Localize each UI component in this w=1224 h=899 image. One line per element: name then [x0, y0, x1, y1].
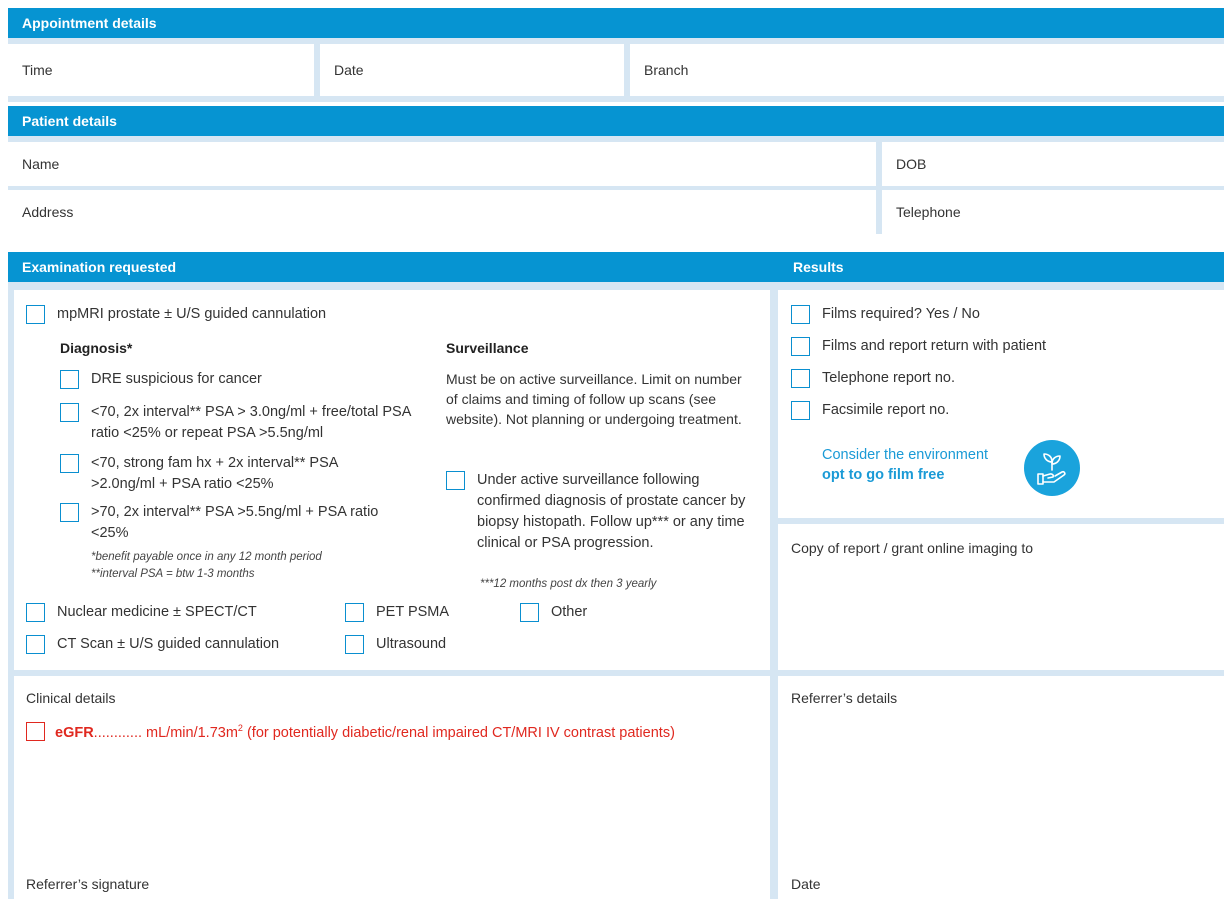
clinical-label: Clinical details [26, 690, 116, 706]
results-label-1: Films required? Yes / No [822, 306, 980, 322]
results-item-4[interactable]: Facsimile report no. [791, 400, 949, 421]
egfr-text: eGFR............ mL/min/1.73m2 (for pote… [55, 723, 675, 741]
ct-checkbox[interactable] [26, 635, 45, 654]
results-label-4: Facsimile report no. [822, 402, 950, 418]
results-checkbox-2[interactable] [791, 337, 810, 356]
dob-field[interactable]: DOB [882, 142, 1224, 186]
name-label: Name [22, 156, 60, 172]
diagnosis-item-2[interactable]: <70, 2x interval** PSA > 3.0ng/ml + free… [60, 402, 440, 444]
telephone-field[interactable]: Telephone [882, 190, 1224, 234]
exam-header: Examination requested Results [8, 252, 1224, 282]
results-item-2[interactable]: Films and report return with patient [791, 336, 1046, 357]
name-field[interactable]: Name [8, 142, 882, 186]
appointment-header: Appointment details [8, 8, 1224, 38]
egfr-rest: (for potentially diabetic/renal impaired… [242, 724, 675, 741]
ct-option[interactable]: CT Scan ± U/S guided cannulation [26, 634, 279, 655]
mpmri-option[interactable]: mpMRI prostate ± U/S guided cannulation [26, 304, 326, 325]
nuclear-option[interactable]: Nuclear medicine ± SPECT/CT [26, 602, 257, 623]
time-field[interactable]: Time [8, 44, 320, 96]
date-label: Date [334, 62, 364, 78]
surveillance-item[interactable]: Under active surveillance following conf… [446, 470, 762, 554]
address-field[interactable]: Address [8, 190, 882, 234]
copy-label: Copy of report / grant online imaging to [791, 540, 1034, 556]
telephone-label: Telephone [896, 204, 961, 220]
branch-label: Branch [644, 62, 689, 78]
results-checkbox-4[interactable] [791, 401, 810, 420]
ultrasound-checkbox[interactable] [345, 635, 364, 654]
surveillance-text: Must be on active surveillance. Limit on… [446, 371, 742, 427]
results-item-3[interactable]: Telephone report no. [791, 368, 955, 389]
egfr-bold: eGFR [55, 724, 94, 741]
exam-header-label: Examination requested [22, 259, 177, 275]
egfr-unit: mL/min/1.73m [142, 724, 238, 741]
egfr-checkbox[interactable] [26, 722, 45, 741]
ultrasound-option[interactable]: Ultrasound [345, 634, 446, 655]
branch-field[interactable]: Branch [630, 44, 1224, 96]
patient-row-1: Name DOB [8, 142, 1224, 186]
nuclear-label: Nuclear medicine ± SPECT/CT [57, 604, 257, 620]
diagnosis-label-2: <70, 2x interval** PSA > 3.0ng/ml + free… [91, 404, 411, 441]
appointment-row: Time Date Branch [8, 44, 1224, 96]
diagnosis-item-3[interactable]: <70, strong fam hx + 2x interval** PSA >… [60, 453, 440, 495]
other-label: Other [551, 604, 588, 620]
pet-option[interactable]: PET PSMA [345, 602, 449, 623]
signature-label: Referrer’s signature [26, 876, 150, 892]
surveillance-label: Under active surveillance following conf… [477, 472, 746, 551]
diagnosis-label-3: <70, strong fam hx + 2x interval** PSA >… [91, 455, 338, 492]
referrer-label: Referrer’s details [791, 690, 898, 706]
address-label: Address [22, 204, 74, 220]
clinical-panel [14, 676, 770, 899]
results-label-3: Telephone report no. [822, 370, 956, 386]
diagnosis-checkbox-1[interactable] [60, 370, 79, 389]
surveillance-note: ***12 months post dx then 3 yearly [480, 578, 657, 590]
surveillance-title: Surveillance [446, 340, 529, 356]
other-option[interactable]: Other [520, 602, 587, 623]
egfr-dots: ............ [93, 724, 143, 741]
results-checkbox-3[interactable] [791, 369, 810, 388]
eco-line-2: opt to go film free [822, 467, 945, 483]
results-item-1[interactable]: Films required? Yes / No [791, 304, 980, 325]
other-checkbox[interactable] [520, 603, 539, 622]
diagnosis-checkbox-2[interactable] [60, 403, 79, 422]
diagnosis-label-1: DRE suspicious for cancer [91, 371, 262, 387]
mpmri-label: mpMRI prostate ± U/S guided cannulation [57, 306, 327, 322]
diagnosis-title: Diagnosis* [60, 340, 133, 356]
referrer-panel [778, 676, 1224, 899]
ct-label: CT Scan ± U/S guided cannulation [57, 636, 280, 652]
pet-checkbox[interactable] [345, 603, 364, 622]
mpmri-checkbox[interactable] [26, 305, 45, 324]
diagnosis-checkbox-3[interactable] [60, 454, 79, 473]
date-field[interactable]: Date [320, 44, 630, 96]
results-header-label: Results [793, 259, 844, 275]
results-label-2: Films and report return with patient [822, 338, 1047, 354]
diagnosis-item-4[interactable]: >70, 2x interval** PSA >5.5ng/ml + PSA r… [60, 502, 440, 544]
eco-message: Consider the environment opt to go film … [822, 445, 988, 485]
ultrasound-label: Ultrasound [376, 636, 447, 652]
plant-in-hand-icon [1024, 440, 1080, 496]
patient-row-2: Address Telephone [8, 190, 1224, 234]
surveillance-checkbox[interactable] [446, 471, 465, 490]
results-checkbox-1[interactable] [791, 305, 810, 324]
time-label: Time [22, 62, 53, 78]
diagnosis-item-1[interactable]: DRE suspicious for cancer [60, 369, 440, 390]
diagnosis-label-4: >70, 2x interval** PSA >5.5ng/ml + PSA r… [91, 504, 379, 541]
egfr-option[interactable]: eGFR............ mL/min/1.73m2 (for pote… [26, 722, 675, 741]
dob-label: DOB [896, 156, 927, 172]
diagnosis-note-2: **interval PSA = btw 1-3 months [91, 568, 255, 580]
nuclear-checkbox[interactable] [26, 603, 45, 622]
patient-header: Patient details [8, 106, 1224, 136]
diagnosis-checkbox-4[interactable] [60, 503, 79, 522]
eco-line-1: Consider the environment [822, 447, 989, 463]
diagnosis-note-1: *benefit payable once in any 12 month pe… [91, 551, 322, 563]
referrer-date-label: Date [791, 876, 821, 892]
pet-label: PET PSMA [376, 604, 450, 620]
